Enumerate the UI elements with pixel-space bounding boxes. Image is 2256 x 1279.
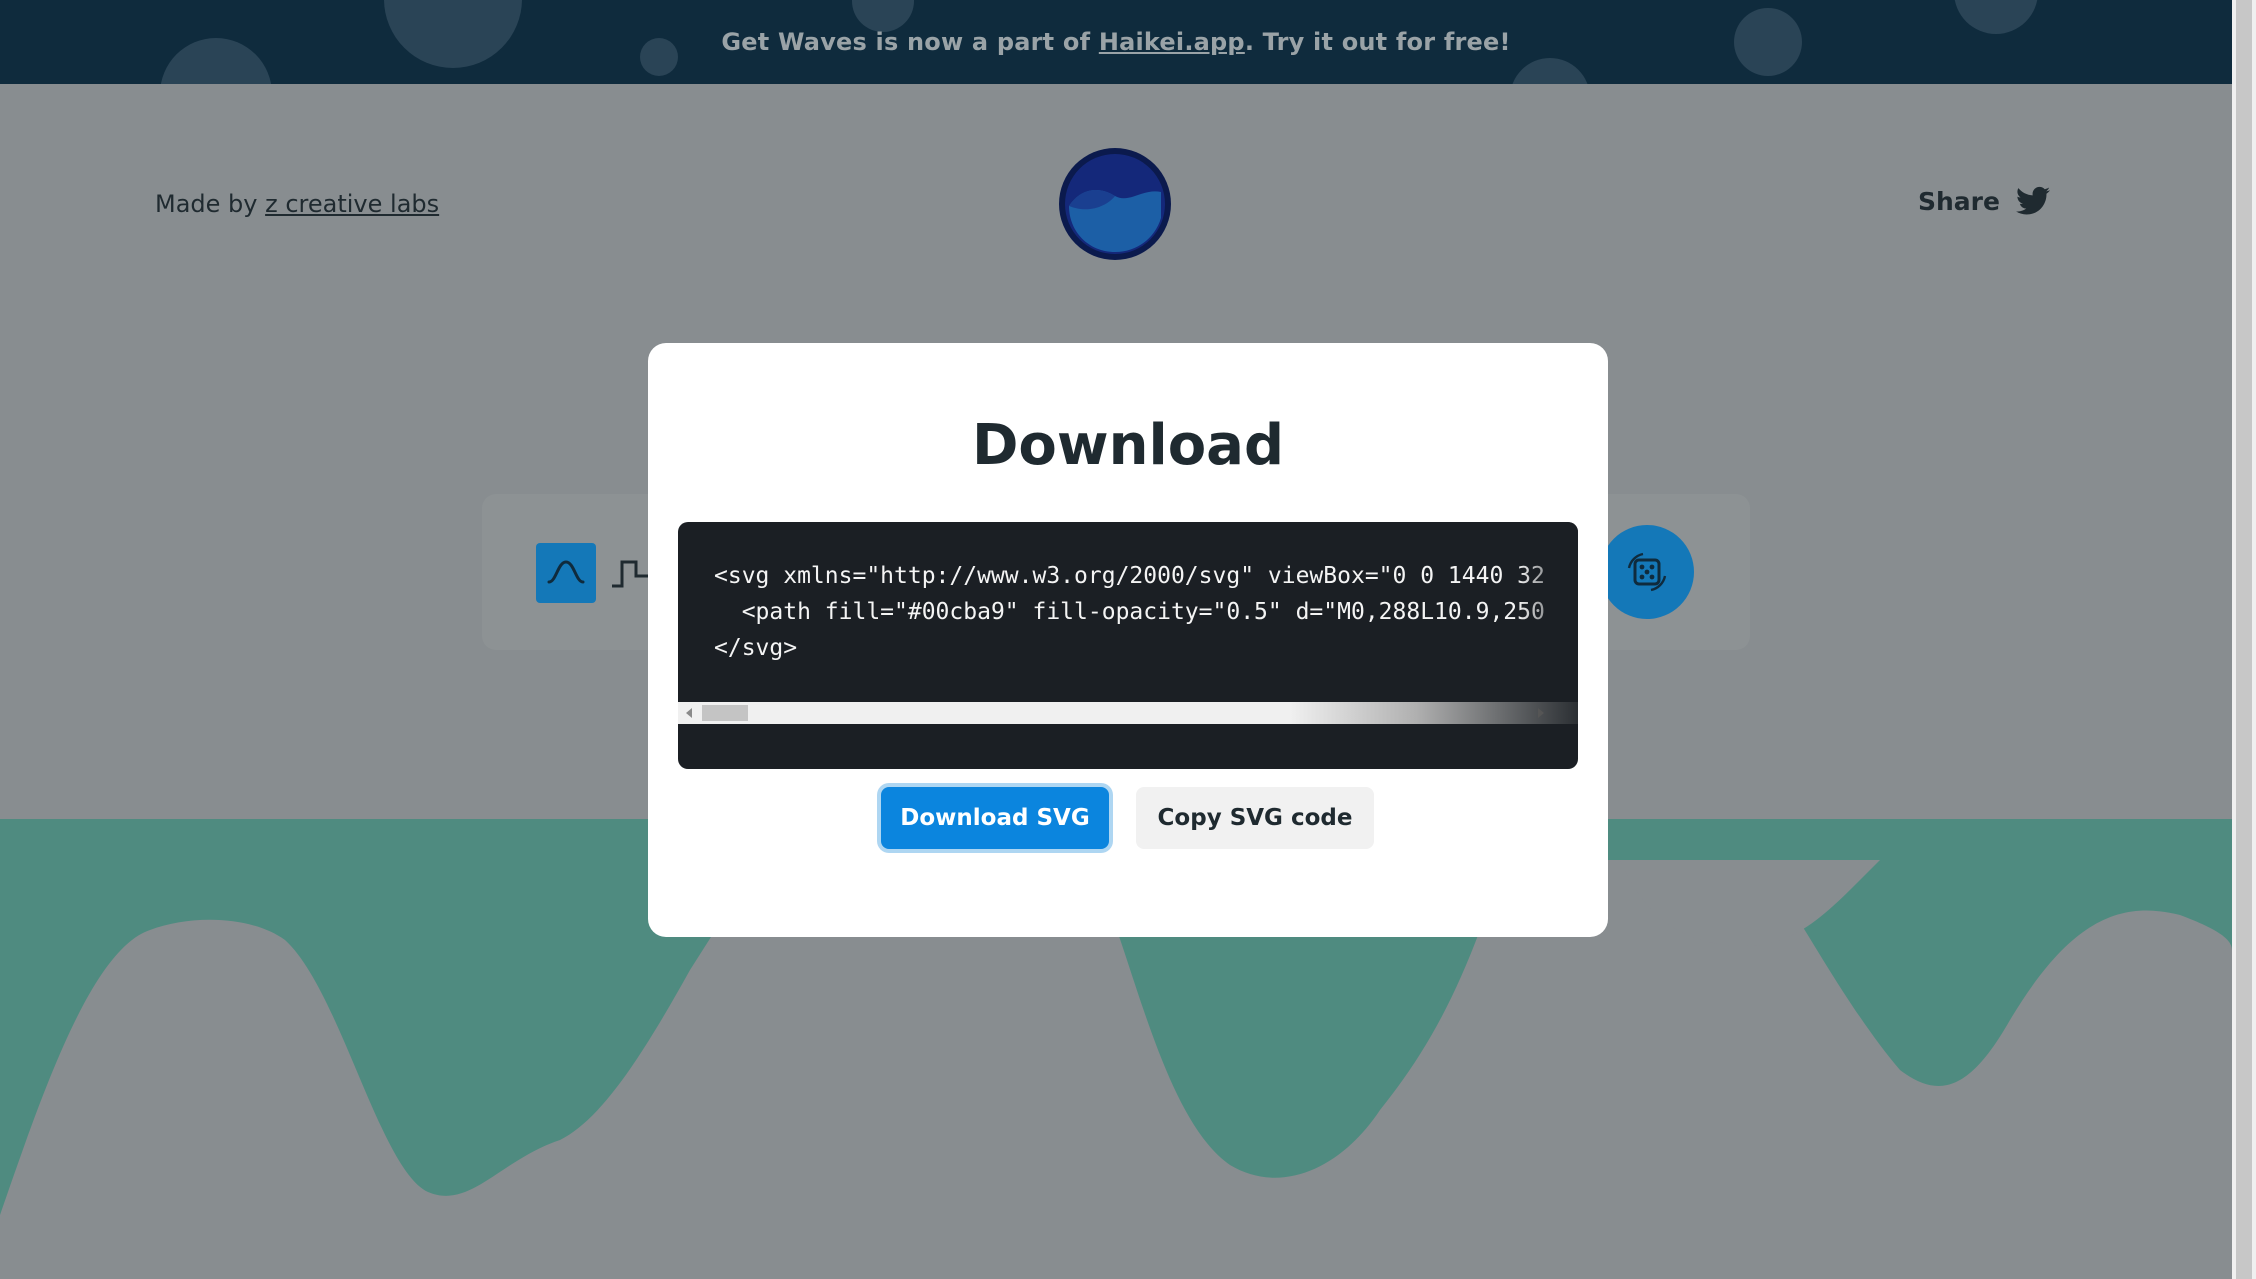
- banner-text: Get Waves is now a part of Haikei.app. T…: [721, 28, 1510, 56]
- modal-title: Download: [971, 413, 1285, 478]
- svg-code-text[interactable]: <svg xmlns="http://www.w3.org/2000/svg" …: [714, 558, 1544, 666]
- code-line: <path fill="#00cba9" fill-opacity="0.5" …: [741, 599, 1544, 625]
- page-vertical-scrollbar[interactable]: [2232, 0, 2256, 1279]
- download-svg-button[interactable]: Download SVG: [881, 787, 1109, 849]
- page-scroll-thumb[interactable]: [2236, 0, 2252, 1279]
- code-fade-overlay: [1518, 522, 1578, 702]
- code-horizontal-scrollbar[interactable]: [678, 702, 1578, 724]
- code-line: </svg>: [714, 635, 798, 661]
- banner-text-after: . Try it out for free!: [1244, 28, 1511, 56]
- copy-svg-code-button[interactable]: Copy SVG code: [1136, 787, 1374, 849]
- code-scroll-thumb[interactable]: [702, 705, 748, 721]
- scroll-right-arrow-icon[interactable]: [1538, 708, 1544, 718]
- svg-code-block[interactable]: <svg xmlns="http://www.w3.org/2000/svg" …: [678, 522, 1578, 769]
- code-line: <svg xmlns="http://www.w3.org/2000/svg" …: [714, 563, 1544, 589]
- haikei-link[interactable]: Haikei.app: [1099, 28, 1245, 56]
- download-modal: Download <svg xmlns="http://www.w3.org/2…: [648, 343, 1608, 937]
- scroll-left-arrow-icon[interactable]: [686, 708, 692, 718]
- banner-text-before: Get Waves is now a part of: [721, 28, 1099, 56]
